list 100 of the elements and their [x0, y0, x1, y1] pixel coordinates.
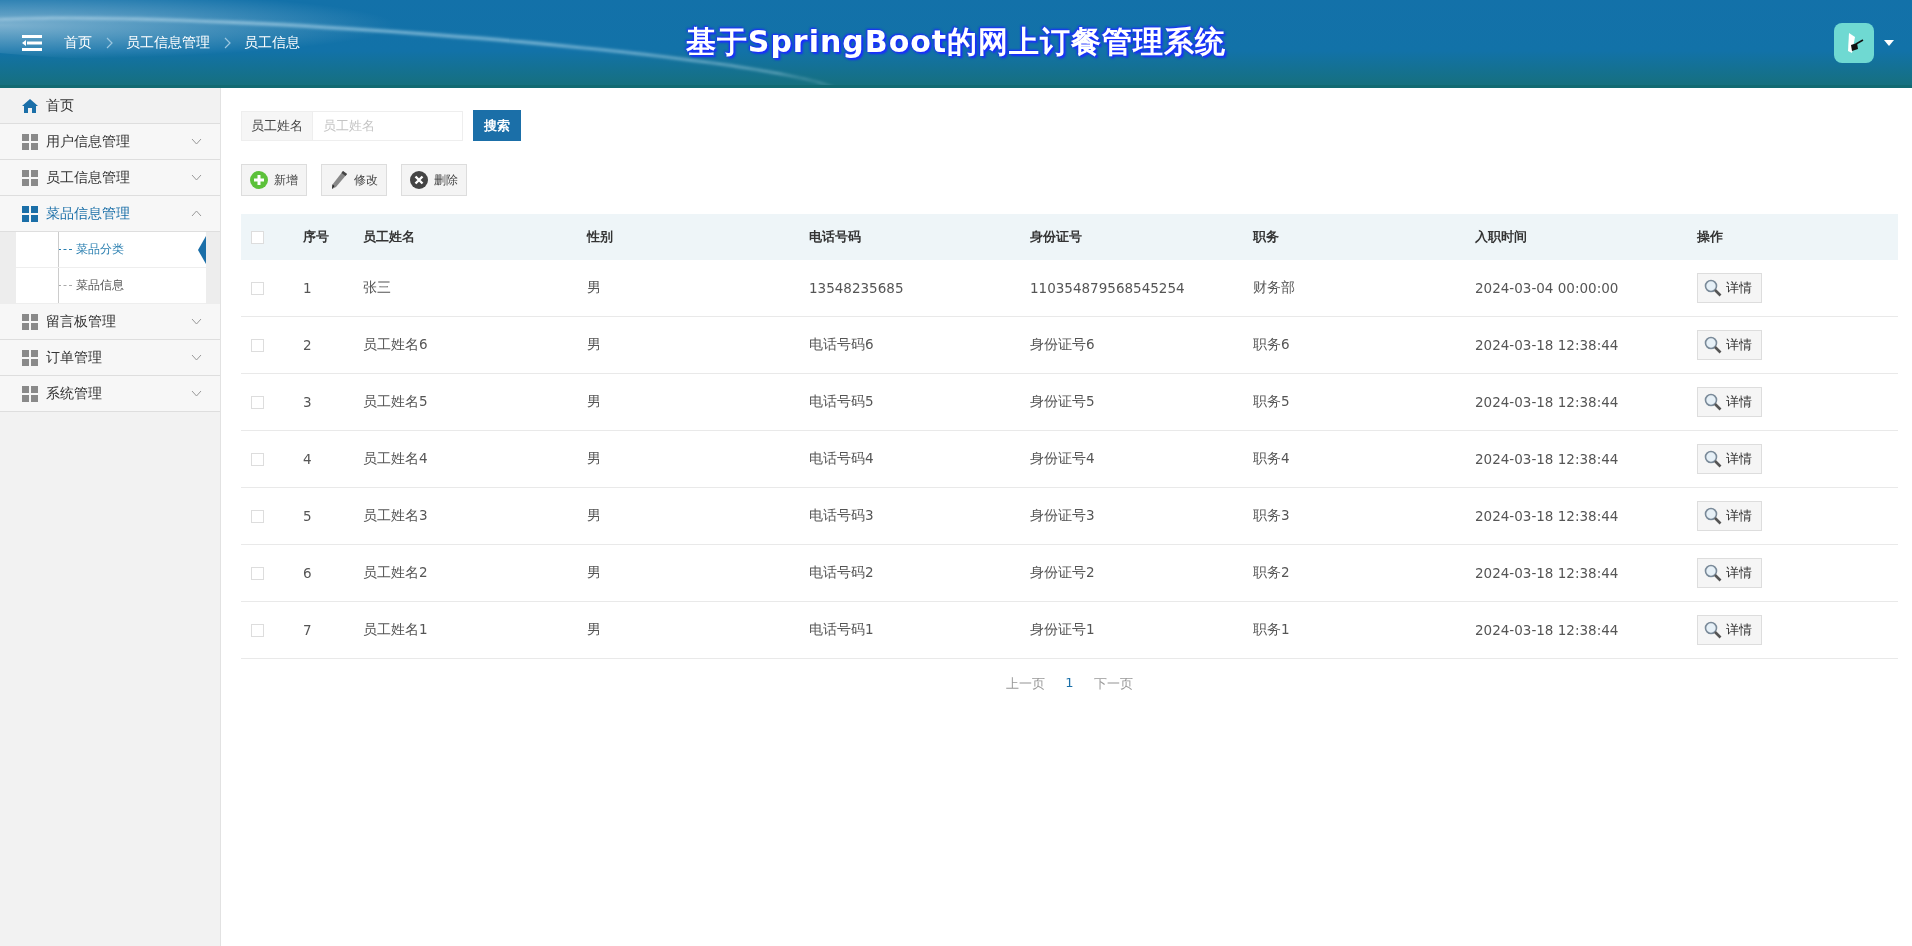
caret-down-icon[interactable] [1884, 39, 1894, 46]
x-circle-icon [410, 171, 428, 189]
table-cell: 2024-03-18 12:38:44 [1475, 394, 1619, 410]
breadcrumb-link[interactable]: 首页 [64, 33, 92, 52]
grid-icon [22, 313, 38, 330]
table-cell: 职务6 [1253, 336, 1290, 352]
table-cell: 财务部 [1253, 279, 1295, 295]
search-icon [1704, 621, 1722, 639]
column-header: 电话号码 [809, 229, 861, 244]
checkbox[interactable] [251, 395, 264, 409]
table-cell: 员工姓名2 [363, 564, 428, 580]
table-cell: 职务5 [1253, 393, 1290, 409]
table-cell: 2024-03-18 12:38:44 [1475, 508, 1619, 524]
table-cell: 1 [303, 280, 312, 296]
table-cell: 2024-03-18 12:38:44 [1475, 565, 1619, 581]
sidebar-item[interactable]: 菜品信息管理 [0, 196, 220, 232]
search-button[interactable]: 搜索 [473, 110, 521, 141]
edit-button[interactable]: 修改 [321, 164, 387, 196]
app-title: 基于SpringBoot的网上订餐管理系统 [685, 23, 1227, 61]
grid-icon [22, 169, 38, 186]
table-cell: 员工姓名6 [363, 336, 428, 352]
sidebar-item[interactable]: 留言板管理 [0, 304, 220, 340]
table-cell: 2024-03-18 12:38:44 [1475, 451, 1619, 467]
table-cell: 男 [587, 279, 601, 295]
grid-icon [22, 385, 38, 402]
checkbox[interactable] [251, 281, 264, 295]
grid-icon [22, 349, 38, 366]
table-cell: 男 [587, 450, 601, 466]
table-cell: 2 [303, 337, 312, 353]
details-button[interactable]: 详情 [1697, 387, 1762, 417]
table-cell: 电话号码5 [809, 393, 874, 409]
column-header: 职务 [1253, 229, 1279, 244]
details-button[interactable]: 详情 [1697, 501, 1762, 531]
details-button[interactable]: 详情 [1697, 273, 1762, 303]
column-header: 操作 [1697, 229, 1723, 244]
sidebar-item[interactable]: 用户信息管理 [0, 124, 220, 160]
table-cell: 电话号码2 [809, 564, 874, 580]
add-button[interactable]: 新增 [241, 164, 307, 196]
table-cell: 身份证号6 [1030, 336, 1095, 352]
breadcrumb-link[interactable]: 员工信息管理 [126, 33, 210, 52]
table-cell: 4 [303, 451, 312, 467]
search-icon [1704, 450, 1722, 468]
user-avatar[interactable] [1834, 22, 1874, 63]
checkbox[interactable] [251, 566, 264, 580]
table-cell: 员工姓名4 [363, 450, 428, 466]
table-cell: 男 [587, 336, 601, 352]
checkbox[interactable] [251, 230, 264, 244]
table-cell: 身份证号1 [1030, 621, 1095, 637]
details-button[interactable]: 详情 [1697, 615, 1762, 645]
column-header: 员工姓名 [363, 229, 415, 244]
search-icon [1704, 336, 1722, 354]
column-header: 入职时间 [1475, 229, 1527, 244]
delete-button[interactable]: 删除 [401, 164, 467, 196]
submenu-item[interactable]: 菜品分类 [76, 241, 124, 258]
checkbox[interactable] [251, 623, 264, 637]
checkbox[interactable] [251, 509, 264, 523]
table-cell: 身份证号3 [1030, 507, 1095, 523]
table-cell: 职务4 [1253, 450, 1290, 466]
field-label: 员工姓名 [241, 110, 313, 141]
home-icon [22, 97, 38, 114]
table-cell: 电话号码1 [809, 621, 874, 637]
table-cell: 电话号码6 [809, 336, 874, 352]
sidebar-item[interactable]: 订单管理 [0, 340, 220, 376]
table-cell: 2024-03-18 12:38:44 [1475, 622, 1619, 638]
page-link[interactable]: 1 [1065, 675, 1074, 693]
table-cell: 3 [303, 394, 312, 410]
table-cell: 男 [587, 393, 601, 409]
details-button[interactable]: 详情 [1697, 444, 1762, 474]
table-cell: 身份证号4 [1030, 450, 1095, 466]
table-cell: 张三 [363, 279, 391, 295]
details-button[interactable]: 详情 [1697, 558, 1762, 588]
column-header: 身份证号 [1030, 229, 1082, 244]
table-cell: 2024-03-18 12:38:44 [1475, 337, 1619, 353]
grid-icon [22, 205, 38, 222]
table-cell: 7 [303, 622, 312, 638]
table-cell: 5 [303, 508, 312, 524]
table-cell: 电话号码3 [809, 507, 874, 523]
sidebar-item[interactable]: 员工信息管理 [0, 160, 220, 196]
details-button[interactable]: 详情 [1697, 330, 1762, 360]
table-cell: 男 [587, 621, 601, 637]
table-cell: 男 [587, 507, 601, 523]
table-cell: 员工姓名1 [363, 621, 428, 637]
table-cell: 身份证号5 [1030, 393, 1095, 409]
search-icon [1704, 393, 1722, 411]
search-icon [1704, 564, 1722, 582]
pencil-icon [330, 170, 348, 190]
breadcrumb-link[interactable]: 员工信息 [244, 33, 300, 52]
checkbox[interactable] [251, 452, 264, 466]
search-icon [1704, 507, 1722, 525]
table-cell: 13548235685 [809, 280, 904, 296]
submenu-item[interactable]: 菜品信息 [76, 277, 124, 294]
checkbox[interactable] [251, 338, 264, 352]
table-cell: 男 [587, 564, 601, 580]
table-cell: 职务2 [1253, 564, 1290, 580]
table-cell: 电话号码4 [809, 450, 874, 466]
menu-icon[interactable] [22, 34, 42, 51]
table-cell: 职务1 [1253, 621, 1290, 637]
sidebar-item[interactable]: 系统管理 [0, 376, 220, 412]
plus-circle-icon [250, 171, 268, 189]
grid-icon [22, 133, 38, 150]
